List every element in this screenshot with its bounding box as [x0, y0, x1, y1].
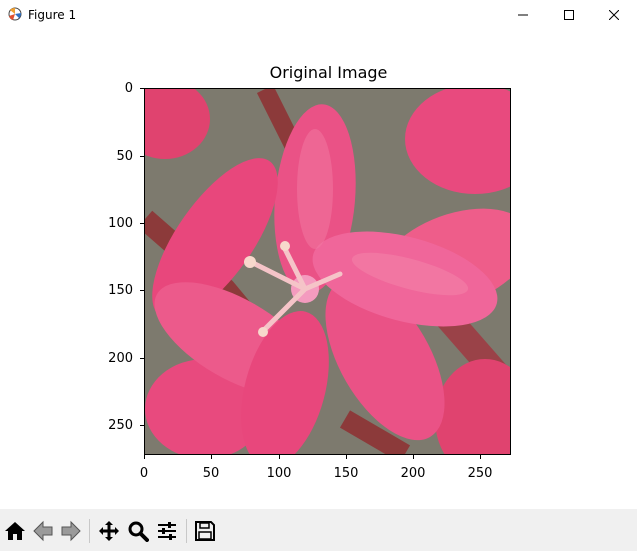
- x-tick-label: 100: [266, 466, 292, 481]
- x-tick-label: 250: [467, 466, 493, 481]
- save-button[interactable]: [193, 519, 217, 543]
- toolbar-separator: [186, 519, 187, 543]
- home-button[interactable]: [3, 519, 27, 543]
- y-tick-label: 250: [108, 418, 133, 433]
- save-icon: [195, 521, 215, 541]
- x-tick-mark: [211, 455, 212, 459]
- toolbar-separator: [89, 519, 90, 543]
- x-tick-label: 50: [202, 466, 220, 481]
- axes-title: Original Image: [269, 63, 388, 82]
- image-axes[interactable]: [144, 88, 511, 455]
- x-tick-mark: [346, 455, 347, 459]
- flower-image: [145, 89, 510, 454]
- close-icon: [609, 10, 619, 20]
- x-tick-label: 200: [400, 466, 426, 481]
- configure-subplots-button[interactable]: [155, 519, 179, 543]
- pan-button[interactable]: [97, 519, 121, 543]
- minimize-button[interactable]: [500, 0, 546, 30]
- x-tick-mark: [144, 455, 145, 459]
- back-icon: [33, 520, 53, 542]
- minimize-icon: [518, 14, 528, 16]
- window-titlebar: Figure 1: [0, 0, 637, 30]
- back-button[interactable]: [31, 519, 55, 543]
- y-tick-label: 100: [108, 216, 133, 231]
- y-tick-mark: [140, 88, 144, 89]
- x-tick-mark: [279, 455, 280, 459]
- pan-icon: [99, 521, 119, 541]
- figure-canvas[interactable]: Original Image 0 50 100 150 200 250 0 50…: [0, 30, 637, 509]
- maximize-icon: [564, 10, 574, 20]
- configure-icon: [158, 522, 176, 540]
- y-tick-mark: [140, 425, 144, 426]
- forward-icon: [61, 520, 81, 542]
- zoom-button[interactable]: [126, 519, 150, 543]
- x-tick-mark: [480, 455, 481, 459]
- y-tick-mark: [140, 223, 144, 224]
- y-tick-label: 0: [124, 81, 133, 96]
- matplotlib-app-icon: [8, 7, 22, 21]
- window-title: Figure 1: [28, 8, 77, 22]
- y-tick-label: 50: [116, 149, 133, 164]
- zoom-icon: [128, 521, 149, 542]
- home-icon: [5, 522, 25, 540]
- x-tick-label: 0: [139, 466, 149, 481]
- y-tick-mark: [140, 156, 144, 157]
- y-tick-mark: [140, 358, 144, 359]
- y-tick-label: 200: [108, 351, 133, 366]
- close-button[interactable]: [591, 0, 637, 30]
- maximize-button[interactable]: [546, 0, 592, 30]
- navigation-toolbar: [0, 509, 637, 551]
- y-tick-mark: [140, 290, 144, 291]
- x-tick-mark: [413, 455, 414, 459]
- x-tick-label: 150: [333, 466, 359, 481]
- forward-button[interactable]: [59, 519, 83, 543]
- y-tick-label: 150: [108, 283, 133, 298]
